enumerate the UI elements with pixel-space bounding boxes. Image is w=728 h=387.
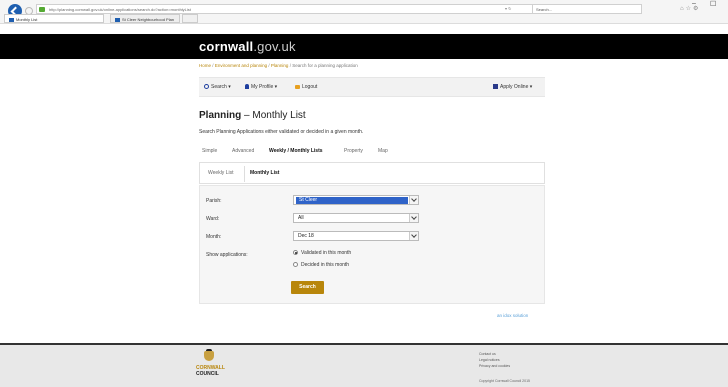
privacy-link[interactable]: Privacy and cookies: [479, 363, 510, 369]
favicon-icon: [115, 17, 120, 22]
ward-label: Ward:: [206, 216, 220, 222]
user-icon: [245, 84, 249, 89]
address-text: http://planning.cornwall.gov.uk/online-a…: [49, 7, 191, 12]
list-subtabs: Weekly List Monthly List: [199, 162, 545, 184]
tab-strip: Monthly List St Cleer Neighbourhood Plan: [0, 14, 728, 24]
radio-validated[interactable]: Validated in this month: [293, 250, 351, 256]
logout-button[interactable]: Logout: [295, 84, 317, 91]
copyright-text: Copyright Cornwall Council 2015: [479, 379, 530, 383]
browser-search-input[interactable]: Search...: [532, 4, 642, 14]
chevron-down-icon: [409, 196, 418, 204]
tab-monthly-list[interactable]: Monthly List: [4, 14, 104, 23]
tab-property[interactable]: Property: [344, 148, 363, 154]
radio-on-icon: [293, 250, 298, 255]
favicon-icon: [9, 17, 14, 22]
breadcrumb-environment[interactable]: Environment and planning: [215, 63, 267, 68]
apply-online-button[interactable]: Apply Online ▾: [493, 84, 532, 91]
site-icon: [39, 7, 45, 12]
site-logo[interactable]: cornwall.gov.uk: [199, 39, 296, 54]
toolbar-icons[interactable]: ⌂☆⚙: [680, 4, 700, 14]
tab-weekly-monthly[interactable]: Weekly / Monthly Lists: [269, 148, 323, 154]
refresh-icon[interactable]: ▾ ↻: [505, 4, 511, 14]
breadcrumb-planning[interactable]: Planning: [271, 63, 289, 68]
divider: [244, 166, 245, 182]
tab-map[interactable]: Map: [378, 148, 388, 154]
month-select[interactable]: Dec 18: [293, 231, 419, 241]
browser-chrome: http://planning.cornwall.gov.uk/online-a…: [0, 0, 728, 24]
monthly-list-form: Parish: St Cleer Ward: All Month: Dec 18…: [199, 185, 545, 304]
show-applications-label: Show applications:: [206, 252, 248, 258]
idox-logo[interactable]: an idox solution: [497, 313, 528, 318]
month-selected-value: Dec 18: [298, 233, 314, 239]
tab-monthly-list[interactable]: Monthly List: [250, 170, 279, 176]
footer-links: Contact us Legal notices Privacy and coo…: [479, 351, 510, 369]
breadcrumb-current: Search for a planning application: [292, 63, 358, 68]
ward-selected-value: All: [298, 215, 304, 221]
radio-off-icon: [293, 262, 298, 267]
parish-label: Parish:: [206, 198, 222, 204]
lock-icon: [295, 85, 300, 89]
chevron-down-icon: [409, 232, 418, 240]
my-profile-button[interactable]: My Profile ▾: [245, 84, 277, 91]
breadcrumb: Home / Environment and planning / Planni…: [199, 63, 358, 68]
tab-neighbourhood-plan[interactable]: St Cleer Neighbourhood Plan: [110, 14, 180, 23]
search-button[interactable]: Search: [291, 281, 324, 294]
tab-weekly-list[interactable]: Weekly List: [208, 170, 233, 176]
month-label: Month:: [206, 234, 222, 240]
site-footer: CORNWALL COUNCIL Contact us Legal notice…: [0, 343, 728, 387]
minimize-button[interactable]: –: [692, 0, 696, 7]
council-brand: CORNWALL COUNCIL: [196, 365, 225, 377]
maximize-button[interactable]: ☐: [710, 0, 716, 8]
intro-text: Search Planning Applications either vali…: [199, 129, 364, 135]
apply-icon: [493, 84, 498, 89]
parish-selected-value: St Cleer: [296, 197, 408, 204]
parish-select[interactable]: St Cleer: [293, 195, 419, 205]
chevron-down-icon: [409, 214, 418, 222]
ward-select[interactable]: All: [293, 213, 419, 223]
search-icon: [204, 84, 209, 89]
search-menu-button[interactable]: Search ▾: [204, 84, 231, 91]
site-header: cornwall.gov.uk: [0, 34, 728, 59]
tab-advanced[interactable]: Advanced: [232, 148, 254, 154]
council-crest-icon: [200, 349, 218, 362]
breadcrumb-home[interactable]: Home: [199, 63, 211, 68]
site-toolbar: Search ▾ My Profile ▾ Logout Apply Onlin…: [199, 77, 545, 97]
tab-simple[interactable]: Simple: [202, 148, 217, 154]
radio-decided[interactable]: Decided in this month: [293, 262, 349, 268]
page-title: Planning – Monthly List: [199, 110, 306, 121]
new-tab-button[interactable]: [182, 14, 198, 23]
